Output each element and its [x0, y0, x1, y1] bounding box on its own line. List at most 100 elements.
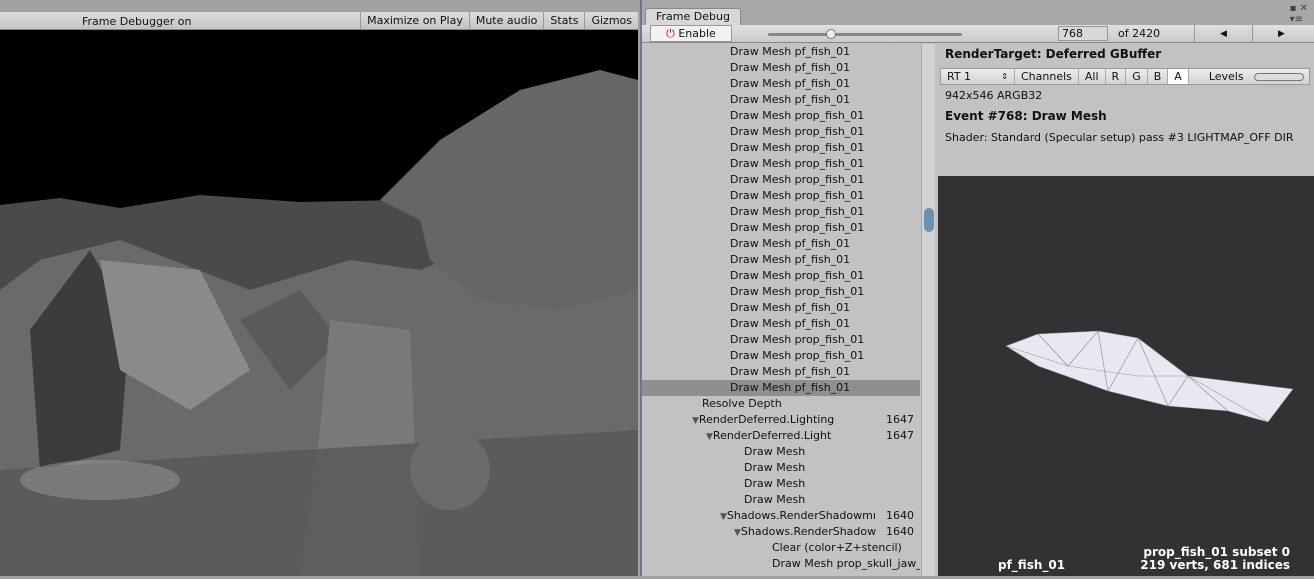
event-tree-item[interactable]: Draw Mesh prop_fish_01	[642, 108, 920, 124]
event-label: Draw Mesh pf_fish_01	[730, 365, 851, 378]
event-tree-item[interactable]: Draw Mesh	[642, 492, 920, 508]
render-target-title: RenderTarget: Deferred GBuffer	[945, 47, 1162, 61]
expand-triangle-icon[interactable]: ▼	[706, 432, 713, 442]
tab-frame-debug[interactable]: Frame Debug	[645, 8, 741, 25]
arrow-right-icon: ▶	[1278, 29, 1285, 39]
channel-r[interactable]: R	[1106, 69, 1127, 84]
event-label: Draw Mesh prop_fish_01	[730, 141, 865, 154]
gizmos-button[interactable]: Gizmos	[584, 12, 638, 30]
event-label: Draw Mesh pf_fish_01	[730, 45, 851, 58]
channel-a[interactable]: A	[1168, 69, 1189, 84]
event-tree-item[interactable]: Draw Mesh prop_fish_01	[642, 156, 920, 172]
event-label: Draw Mesh prop_fish_01	[730, 285, 865, 298]
event-tree[interactable]: Draw Mesh pf_fish_01 Draw Mesh pf_fish_01…	[642, 44, 920, 576]
event-tree-item[interactable]: Draw Mesh prop_fish_01	[642, 140, 920, 156]
event-tree-item[interactable]: Draw Mesh pf_fish_01	[642, 252, 920, 268]
close-icon[interactable]: ✕	[1300, 3, 1308, 14]
expand-triangle-icon[interactable]: ▼	[720, 512, 727, 522]
maximize-on-play-button[interactable]: Maximize on Play	[360, 12, 469, 30]
event-tree-scrollbar[interactable]	[921, 44, 935, 576]
event-tree-item[interactable]: ▼RenderDeferred.Lighting 1647	[642, 412, 920, 428]
event-label: Resolve Depth	[702, 397, 782, 410]
event-label: Draw Mesh pf_fish_01	[730, 77, 851, 90]
event-tree-item[interactable]: ▼Shadows.RenderShadow 1640	[642, 524, 920, 540]
enable-button[interactable]: ⏻ Enable	[650, 25, 732, 42]
event-label: Draw Mesh prop_fish_01	[730, 333, 865, 346]
event-tree-item[interactable]: Draw Mesh prop_fish_01	[642, 220, 920, 236]
channel-all[interactable]: All	[1077, 69, 1106, 84]
event-label: Draw Mesh pf_fish_01	[730, 237, 851, 250]
event-label: RenderDeferred.Lighting	[698, 413, 835, 426]
event-tree-item[interactable]: Draw Mesh	[642, 444, 920, 460]
event-tree-item[interactable]: Draw Mesh pf_fish_01	[642, 316, 920, 332]
event-tree-item[interactable]: Draw Mesh prop_fish_01	[642, 284, 920, 300]
event-tree-item[interactable]: Clear (color+Z+stencil)	[642, 540, 920, 556]
expand-triangle-icon[interactable]: ▼	[734, 528, 741, 538]
event-tree-item[interactable]: Draw Mesh pf_fish_01	[642, 364, 920, 380]
shader-text: Shader: Standard (Specular setup) pass #…	[945, 131, 1294, 144]
enable-label: Enable	[678, 27, 716, 40]
event-label: Draw Mesh prop_fish_01	[730, 269, 865, 282]
event-tree-item[interactable]: Draw Mesh	[642, 476, 920, 492]
event-tree-item[interactable]: Draw Mesh pf_fish_01	[642, 236, 920, 252]
frame-debugger-window: Frame Debug ▪ ✕ ▾≡ ⏻ Enable 768 of 2420 ◀…	[640, 0, 1314, 576]
event-tree-item[interactable]: Draw Mesh pf_fish_01	[642, 76, 920, 92]
event-label: Draw Mesh pf_fish_01	[730, 93, 851, 106]
previous-event-button[interactable]: ◀	[1194, 25, 1252, 43]
record-icon: ⏻	[666, 27, 675, 40]
event-label: Draw Mesh prop_fish_01	[730, 221, 865, 234]
event-label: Draw Mesh prop_fish_01	[730, 205, 865, 218]
event-label: Draw Mesh prop_fish_01	[730, 189, 865, 202]
event-tree-item[interactable]: ▼Shadows.RenderShadowmı 1640	[642, 508, 920, 524]
event-tree-item[interactable]: Draw Mesh pf_fish_01	[642, 92, 920, 108]
preview-mesh-name: prop_fish_01 subset 0	[1143, 545, 1290, 559]
event-tree-item[interactable]: Resolve Depth	[642, 396, 920, 412]
event-label: Draw Mesh prop_fish_01	[730, 125, 865, 138]
preview-object-name: pf_fish_01	[998, 558, 1066, 572]
event-title: Event #768: Draw Mesh	[945, 109, 1107, 123]
event-label: Shadows.RenderShadowmı	[726, 509, 876, 522]
stats-button[interactable]: Stats	[543, 12, 584, 30]
menu-icon[interactable]: ▾≡	[1290, 14, 1303, 25]
arrow-left-icon: ◀	[1220, 29, 1227, 39]
preview-mesh-stats: 219 verts, 681 indices	[1140, 558, 1290, 572]
mute-audio-button[interactable]: Mute audio	[468, 12, 544, 30]
channel-g[interactable]: G	[1126, 69, 1148, 84]
event-tree-item[interactable]: Draw Mesh pf_fish_01	[642, 44, 920, 60]
game-toolbar: Frame Debugger on Maximize on Play Mute …	[0, 12, 638, 30]
levels-label: Levels	[1208, 70, 1244, 83]
event-tree-item[interactable]: Draw Mesh prop_fish_01	[642, 124, 920, 140]
event-index-field[interactable]: 768	[1058, 26, 1108, 41]
event-tree-item[interactable]: Draw Mesh prop_fish_01	[642, 204, 920, 220]
next-event-button[interactable]: ▶	[1252, 25, 1310, 43]
event-label: Draw Mesh prop_fish_01	[730, 349, 865, 362]
event-tree-item[interactable]: Draw Mesh pf_fish_01	[642, 300, 920, 316]
rt-select[interactable]: RT 1 ⇕	[941, 69, 1015, 84]
event-tree-item[interactable]: Draw Mesh prop_fish_01	[642, 172, 920, 188]
event-tree-item[interactable]: Draw Mesh prop_fish_01	[642, 268, 920, 284]
event-slider[interactable]	[768, 29, 962, 39]
event-label: Draw Mesh pf_fish_01	[730, 61, 851, 74]
event-label: Draw Mesh	[744, 461, 806, 474]
maximize-icon[interactable]: ▪	[1290, 3, 1297, 14]
event-tree-item[interactable]: Draw Mesh prop_fish_01	[642, 188, 920, 204]
event-tree-item[interactable]: Draw Mesh	[642, 460, 920, 476]
event-label: Draw Mesh	[744, 493, 806, 506]
scrollbar-thumb[interactable]	[924, 208, 934, 232]
levels-slider[interactable]	[1253, 72, 1304, 81]
event-label: RenderDeferred.Light	[712, 429, 832, 442]
event-tree-item[interactable]: Draw Mesh pf_fish_01	[642, 60, 920, 76]
slider-knob[interactable]	[826, 29, 837, 39]
event-tree-item[interactable]: Draw Mesh prop_skull_jaw_(	[642, 556, 920, 572]
event-tree-item[interactable]: Draw Mesh pf_fish_01	[642, 380, 920, 396]
event-label: Draw Mesh prop_skull_jaw_(	[772, 557, 920, 570]
event-tree-item[interactable]: Draw Mesh prop_fish_01	[642, 332, 920, 348]
event-details: RenderTarget: Deferred GBuffer RT 1 ⇕ Ch…	[938, 44, 1314, 576]
channel-b[interactable]: B	[1148, 69, 1169, 84]
event-label: Draw Mesh	[744, 445, 806, 458]
mesh-preview[interactable]: pf_fish_01 prop_fish_01 subset 0 219 ver…	[938, 176, 1314, 576]
event-tree-item[interactable]: Draw Mesh prop_fish_01	[642, 348, 920, 364]
event-tree-item[interactable]: ▼RenderDeferred.Light 1647	[642, 428, 920, 444]
fish-mesh-preview	[1005, 330, 1294, 423]
expand-triangle-icon[interactable]: ▼	[692, 416, 699, 426]
